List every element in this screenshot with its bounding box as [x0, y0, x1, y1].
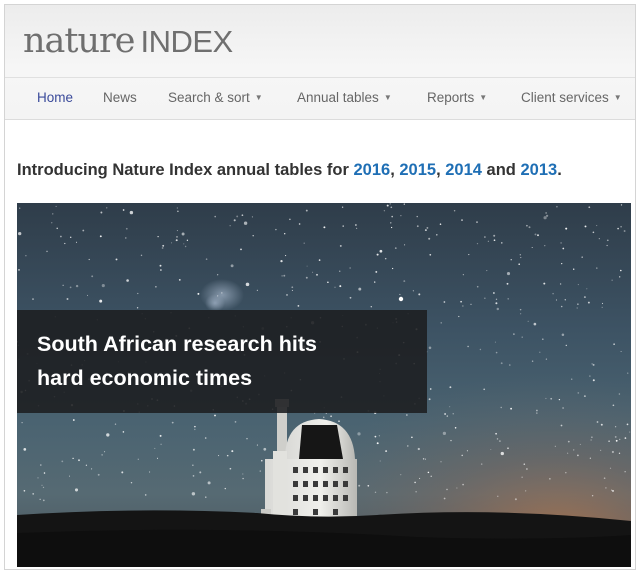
link-year-2016[interactable]: 2016	[353, 161, 390, 179]
headline-line-2: hard economic times	[37, 366, 253, 390]
nav-search-sort[interactable]: Search & sort ▼	[168, 78, 263, 118]
headline-box[interactable]: South African research hits hard economi…	[17, 310, 427, 413]
nav-home[interactable]: Home	[37, 78, 73, 118]
nav-reports-label: Reports	[427, 90, 475, 105]
hero-feature[interactable]: South African research hits hard economi…	[17, 203, 631, 567]
chevron-down-icon: ▼	[479, 93, 488, 103]
nav-annual-tables-label: Annual tables	[297, 90, 379, 105]
link-year-2013[interactable]: 2013	[520, 161, 557, 179]
nav-client-services-label: Client services	[521, 90, 609, 105]
intro-suffix: .	[557, 161, 562, 179]
headline-line-1: South African research hits	[37, 332, 317, 356]
intro-separator: ,	[436, 161, 446, 179]
intro-and: and	[481, 161, 521, 179]
main-nav: Home News Search & sort ▼ Annual tables ▼ …	[5, 77, 635, 118]
nav-news-label: News	[103, 90, 137, 105]
page-frame: nature INDEX Home News Search & sort ▼ An…	[4, 4, 636, 570]
nav-reports[interactable]: Reports ▼	[427, 78, 487, 118]
link-year-2014[interactable]: 2014	[445, 161, 482, 179]
chevron-down-icon: ▼	[383, 93, 392, 103]
logo-nature-text: nature	[23, 21, 135, 61]
nav-search-sort-label: Search & sort	[168, 90, 250, 105]
nav-news[interactable]: News	[103, 78, 137, 118]
logo-index-text: INDEX	[140, 24, 233, 59]
chevron-down-icon: ▼	[613, 93, 622, 103]
intro-separator: ,	[390, 161, 400, 179]
nav-client-services[interactable]: Client services ▼	[521, 78, 622, 118]
site-header: nature INDEX Home News Search & sort ▼ An…	[5, 5, 635, 120]
intro-text: Introducing Nature Index annual tables f…	[17, 161, 562, 180]
nav-annual-tables[interactable]: Annual tables ▼	[297, 78, 392, 118]
nature-index-logo[interactable]: nature INDEX	[23, 21, 233, 71]
nav-home-label: Home	[37, 90, 74, 105]
intro-prefix: Introducing Nature Index annual tables f…	[17, 161, 354, 179]
link-year-2015[interactable]: 2015	[399, 161, 436, 179]
chevron-down-icon: ▼	[254, 93, 263, 103]
